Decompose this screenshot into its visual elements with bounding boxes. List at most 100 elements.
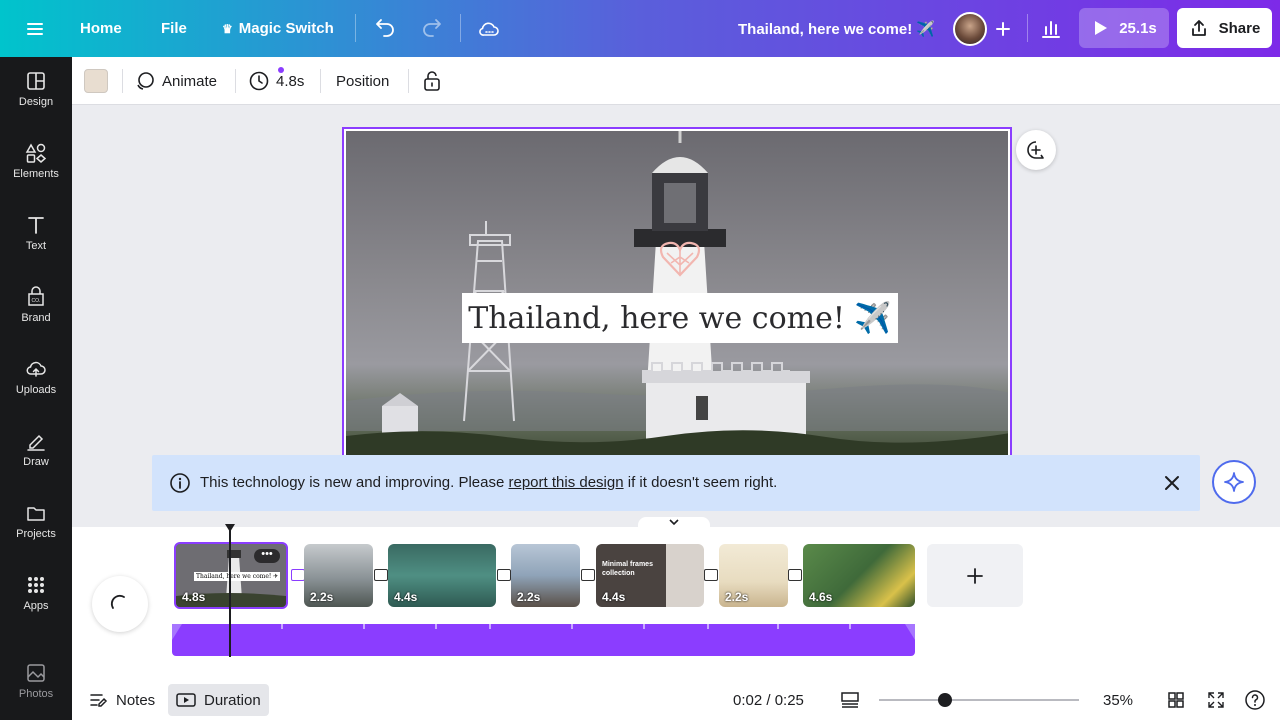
- timeline-clip[interactable]: Minimal frames collection 4.4s: [596, 544, 704, 607]
- animate-button[interactable]: Animate: [134, 57, 284, 105]
- sidebar-item-label: Brand: [21, 312, 51, 324]
- animate-icon: [137, 72, 154, 90]
- transition-button[interactable]: [497, 569, 511, 581]
- zoom-slider-knob[interactable]: [938, 693, 952, 707]
- transition-button[interactable]: [291, 569, 305, 581]
- brand-icon: CO.: [28, 286, 44, 306]
- clock-icon: [249, 71, 269, 91]
- clip-duration: 2.2s: [310, 590, 334, 604]
- cloud-save-icon[interactable]: [477, 0, 501, 57]
- add-page-button[interactable]: [927, 544, 1023, 607]
- page-view-icon[interactable]: [840, 680, 860, 720]
- duration-button[interactable]: Duration: [168, 684, 269, 716]
- close-banner-icon[interactable]: [1162, 473, 1182, 493]
- divider: [320, 69, 321, 93]
- sidebar-item-draw[interactable]: Draw: [0, 417, 72, 481]
- lock-icon[interactable]: [422, 57, 442, 105]
- video-icon: [176, 693, 196, 707]
- apps-icon: [28, 577, 44, 593]
- bottom-bar: Notes Duration 0:02 / 0:25 35%: [72, 680, 1280, 720]
- comment-button[interactable]: [1016, 130, 1056, 170]
- magic-switch-button[interactable]: ♛ Magic Switch: [222, 0, 334, 57]
- timeline-clip[interactable]: 2.2s: [304, 544, 373, 607]
- projects-icon: [27, 507, 45, 521]
- position-button[interactable]: Position: [336, 57, 389, 105]
- timeline-clip[interactable]: 4.4s: [388, 544, 496, 607]
- timeline-clip[interactable]: 2.2s: [719, 544, 788, 607]
- timeline-clip[interactable]: Thailand, here we come! ✈ ••• 4.8s: [174, 542, 288, 609]
- sidebar-item-photos[interactable]: Photos: [0, 649, 72, 713]
- transition-button[interactable]: [788, 569, 802, 581]
- magic-switch-label: Magic Switch: [238, 20, 334, 37]
- headline-textbox[interactable]: Thailand, here we come! ✈️: [462, 293, 898, 343]
- spinner-icon: [110, 594, 125, 609]
- clip-duration: 4.4s: [602, 590, 626, 604]
- sidebar-item-label: Draw: [23, 456, 49, 468]
- sidebar-item-elements[interactable]: Elements: [0, 129, 72, 193]
- add-collaborator-button[interactable]: [988, 0, 1018, 57]
- divider: [408, 69, 409, 93]
- info-icon: [170, 473, 190, 493]
- zoom-level[interactable]: 35%: [1103, 680, 1133, 720]
- timeline-clip[interactable]: 2.2s: [511, 544, 580, 607]
- audio-track[interactable]: [172, 624, 915, 656]
- fullscreen-icon[interactable]: [1207, 680, 1225, 720]
- menu-icon[interactable]: [24, 0, 46, 57]
- playhead[interactable]: [225, 524, 235, 657]
- divider: [1027, 14, 1028, 42]
- present-button[interactable]: 25.1s: [1079, 8, 1169, 48]
- redo-icon[interactable]: [420, 0, 444, 57]
- lighthouse-photo[interactable]: Thailand, here we come! ✈️: [346, 131, 1008, 465]
- sidebar-item-label: Uploads: [15, 384, 57, 396]
- chevron-down-icon: [669, 519, 679, 526]
- play-icon: [1095, 21, 1108, 35]
- timeline-clip[interactable]: 4.6s: [803, 544, 915, 607]
- sidebar-item-label: Photos: [18, 688, 54, 700]
- magic-assistant-button[interactable]: [1212, 460, 1256, 504]
- help-icon[interactable]: [1244, 680, 1266, 720]
- grid-view-icon[interactable]: [1167, 680, 1185, 720]
- zoom-track: [879, 693, 1079, 707]
- sidebar-item-text[interactable]: Text: [0, 201, 72, 265]
- uploads-icon: [26, 361, 46, 377]
- info-banner: This technology is new and improving. Pl…: [152, 455, 1200, 511]
- file-menu-button[interactable]: File: [161, 0, 187, 57]
- report-design-link[interactable]: report this design: [509, 474, 624, 491]
- loading-spinner-button[interactable]: [92, 576, 148, 632]
- transition-button[interactable]: [374, 569, 388, 581]
- color-swatch-button[interactable]: [84, 57, 108, 105]
- collapse-timeline-button[interactable]: [638, 517, 710, 531]
- banner-message: This technology is new and improving. Pl…: [200, 474, 777, 491]
- share-button[interactable]: Share: [1177, 8, 1272, 48]
- clip-duration: 4.6s: [809, 590, 833, 604]
- divider: [122, 69, 123, 93]
- svg-text:CO.: CO.: [32, 298, 41, 304]
- notes-button[interactable]: Notes: [88, 680, 155, 720]
- add-comment-icon: [1027, 141, 1044, 159]
- home-button[interactable]: Home: [80, 0, 122, 57]
- clip-caption: Thailand, here we come! ✈: [194, 572, 281, 581]
- design-page[interactable]: Thailand, here we come! ✈️: [342, 127, 1012, 467]
- sidebar-item-uploads[interactable]: Uploads: [0, 345, 72, 409]
- undo-icon[interactable]: [373, 0, 397, 57]
- transition-button[interactable]: [704, 569, 718, 581]
- transition-button[interactable]: [581, 569, 595, 581]
- elements-icon: [25, 143, 47, 163]
- sidebar-item-projects[interactable]: Projects: [0, 489, 72, 553]
- zoom-slider[interactable]: [879, 680, 1079, 720]
- design-title[interactable]: Thailand, here we come! ✈️: [738, 0, 935, 57]
- share-icon: [1191, 20, 1206, 36]
- sidebar-item-label: Text: [25, 240, 47, 252]
- text-icon: [28, 217, 44, 234]
- sidebar-item-brand[interactable]: CO. Brand: [0, 273, 72, 337]
- sidebar-item-label: Design: [18, 96, 54, 108]
- heart-logo-icon[interactable]: [659, 239, 701, 279]
- sidebar-item-apps[interactable]: Apps: [0, 561, 72, 625]
- insights-icon[interactable]: [1039, 0, 1063, 57]
- playhead-handle-icon: [225, 524, 235, 532]
- sidebar-item-design[interactable]: Design: [0, 57, 72, 121]
- avatar[interactable]: [953, 0, 987, 57]
- photos-icon: [27, 664, 45, 682]
- timing-button[interactable]: 4.8s: [248, 57, 304, 105]
- clip-more-button[interactable]: •••: [254, 549, 280, 563]
